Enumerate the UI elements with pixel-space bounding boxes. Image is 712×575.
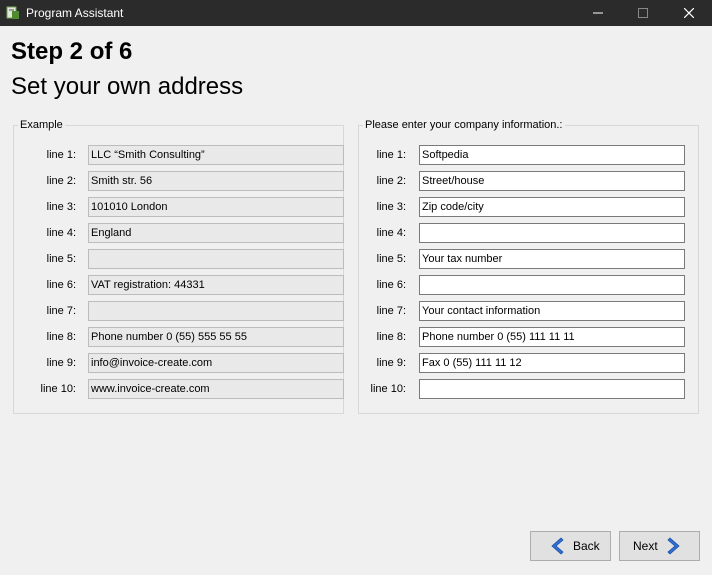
close-button[interactable]: [666, 0, 712, 26]
company-info-group: Please enter your company information.: …: [358, 119, 699, 414]
minimize-icon: [593, 12, 603, 14]
minimize-button[interactable]: [575, 0, 621, 26]
line-label: line 2:: [376, 175, 406, 187]
example-row: line 2: Smith str. 56: [28, 171, 344, 191]
company-line-1-input[interactable]: Softpedia: [419, 145, 685, 165]
company-line-4-input[interactable]: [419, 223, 685, 243]
next-arrow-icon: [667, 537, 680, 555]
app-icon: [6, 6, 19, 19]
next-label: Next: [633, 539, 658, 553]
back-button[interactable]: Back: [530, 531, 611, 561]
example-field: [88, 249, 344, 269]
line-label: line 4:: [376, 227, 406, 239]
example-field: www.invoice-create.com: [88, 379, 344, 399]
example-row: line 10: www.invoice-create.com: [28, 379, 344, 399]
example-row: line 3: 101010 London: [28, 197, 344, 217]
title-bar: Program Assistant: [0, 0, 712, 26]
example-field: Smith str. 56: [88, 171, 344, 191]
example-field: England: [88, 223, 344, 243]
window-title: Program Assistant: [26, 6, 124, 20]
line-label: line 9:: [376, 357, 406, 369]
next-button[interactable]: Next: [619, 531, 700, 561]
example-row: line 7:: [28, 301, 344, 321]
example-row: line 1: LLC “Smith Consulting”: [28, 145, 344, 165]
line-label: line 2:: [46, 175, 76, 187]
example-row: line 6: VAT registration: 44331: [28, 275, 344, 295]
company-row: line 7: Your contact information: [359, 301, 685, 321]
company-line-10-input[interactable]: [419, 379, 685, 399]
company-row: line 1: Softpedia: [359, 145, 685, 165]
line-label: line 9:: [46, 357, 76, 369]
maximize-icon: [638, 8, 648, 18]
line-label: line 10:: [40, 383, 76, 395]
example-field: 101010 London: [88, 197, 344, 217]
company-line-7-input[interactable]: Your contact information: [419, 301, 685, 321]
example-row: line 9: info@invoice-create.com: [28, 353, 344, 373]
line-label: line 3:: [376, 201, 406, 213]
company-line-3-input[interactable]: Zip code/city: [419, 197, 685, 217]
example-field: VAT registration: 44331: [88, 275, 344, 295]
line-label: line 10:: [370, 383, 406, 395]
line-label: line 5:: [46, 253, 76, 265]
example-field: LLC “Smith Consulting”: [88, 145, 344, 165]
company-line-9-input[interactable]: Fax 0 (55) 111 11 12: [419, 353, 685, 373]
example-field: info@invoice-create.com: [88, 353, 344, 373]
close-icon: [684, 8, 694, 18]
example-field: [88, 301, 344, 321]
step-title: Step 2 of 6: [11, 38, 133, 65]
line-label: line 8:: [376, 331, 406, 343]
line-label: line 1:: [376, 149, 406, 161]
company-info-legend: Please enter your company information.:: [363, 119, 565, 132]
example-row: line 4: England: [28, 223, 344, 243]
company-row: line 8: Phone number 0 (55) 111 11 11: [359, 327, 685, 347]
company-row: line 4:: [359, 223, 685, 243]
maximize-button[interactable]: [620, 0, 666, 26]
company-row: line 10:: [359, 379, 685, 399]
back-label: Back: [573, 539, 600, 553]
line-label: line 5:: [376, 253, 406, 265]
line-label: line 7:: [376, 305, 406, 317]
company-line-2-input[interactable]: Street/house: [419, 171, 685, 191]
line-label: line 6:: [376, 279, 406, 291]
example-group: Example line 1: LLC “Smith Consulting” l…: [13, 119, 344, 414]
company-row: line 3: Zip code/city: [359, 197, 685, 217]
line-label: line 8:: [46, 331, 76, 343]
example-row: line 5:: [28, 249, 344, 269]
company-row: line 6:: [359, 275, 685, 295]
company-line-6-input[interactable]: [419, 275, 685, 295]
company-line-8-input[interactable]: Phone number 0 (55) 111 11 11: [419, 327, 685, 347]
line-label: line 1:: [46, 149, 76, 161]
company-line-5-input[interactable]: Your tax number: [419, 249, 685, 269]
company-row: line 2: Street/house: [359, 171, 685, 191]
line-label: line 4:: [46, 227, 76, 239]
example-field: Phone number 0 (55) 555 55 55: [88, 327, 344, 347]
back-arrow-icon: [551, 537, 564, 555]
example-legend: Example: [18, 119, 65, 132]
line-label: line 6:: [46, 279, 76, 291]
company-row: line 5: Your tax number: [359, 249, 685, 269]
line-label: line 7:: [46, 305, 76, 317]
company-row: line 9: Fax 0 (55) 111 11 12: [359, 353, 685, 373]
line-label: line 3:: [46, 201, 76, 213]
step-subtitle: Set your own address: [11, 73, 244, 100]
example-row: line 8: Phone number 0 (55) 555 55 55: [28, 327, 344, 347]
